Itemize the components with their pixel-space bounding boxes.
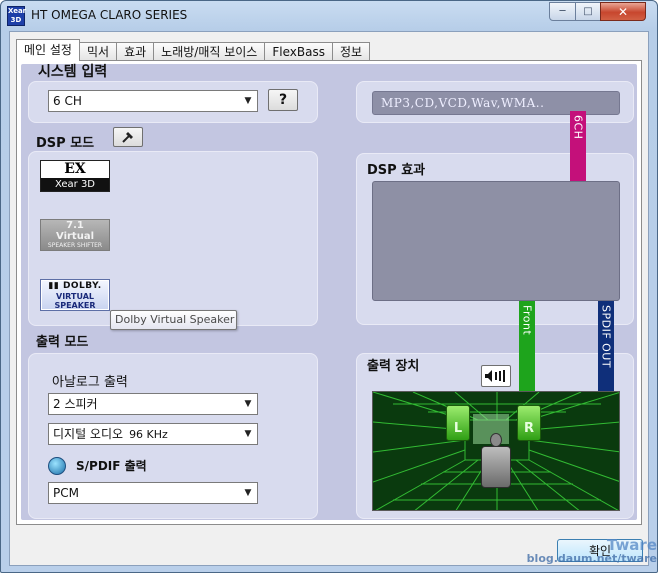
virtual71-shifter: SPEAKER SHIFTER — [47, 242, 103, 249]
right-speaker[interactable]: R — [517, 405, 541, 441]
6ch-signal-bar: 6CH — [570, 111, 586, 181]
xear-logo-text: Xear 3D — [41, 178, 109, 191]
dsp-effect-label: DSP 효과 — [367, 163, 426, 178]
channel-select[interactable]: 6 CH ▼ — [48, 90, 258, 112]
analog-output-select[interactable]: 2 스피커 ▼ — [48, 393, 258, 415]
dolby-logo: ▮▮ DOLBY. — [41, 280, 109, 292]
output-mode-label: 출력 모드 — [36, 335, 89, 350]
hammer-icon — [122, 132, 133, 143]
virtual71-mode-button[interactable]: 7.1 Virtual SPEAKER SHIFTER — [40, 219, 110, 251]
channel-select-value: 6 CH — [53, 94, 82, 108]
digital-audio-rate: 96 KHz — [129, 428, 168, 441]
xear3d-mode-button[interactable]: EX Xear 3D — [40, 160, 110, 192]
dolby-double-d-icon: ▮▮ — [48, 281, 60, 291]
listener-figure — [481, 446, 511, 488]
digital-audio-select[interactable]: 디지털 오디오 96 KHz ▼ — [48, 423, 258, 445]
spdif-icon — [48, 457, 66, 475]
close-button[interactable]: ✕ — [600, 2, 646, 21]
xear-logo-ex: EX — [64, 161, 86, 177]
listener-head — [490, 433, 502, 447]
chevron-down-icon: ▼ — [244, 488, 252, 498]
minimize-button[interactable]: ─ — [549, 2, 576, 21]
spdif-output-value: PCM — [53, 486, 79, 500]
dsp-mode-label: DSP 모드 — [36, 136, 95, 151]
digital-audio-value: 디지털 오디오 — [53, 427, 124, 441]
output-device-label: 출력 장치 — [367, 359, 420, 374]
spdif-output-select[interactable]: PCM ▼ — [48, 482, 258, 504]
front-signal-bar: Front — [519, 301, 535, 391]
spdif-out-label: SPDIF OUT — [599, 305, 613, 369]
maximize-icon: □ — [583, 6, 593, 17]
tab-info[interactable]: 정보 — [331, 42, 371, 61]
6ch-label: 6CH — [571, 115, 585, 140]
tab-strip: 메인 설정 믹서 효과 노래방/매직 보이스 FlexBass 정보 — [16, 39, 371, 61]
dsp-effect-display — [372, 181, 620, 301]
close-icon: ✕ — [617, 4, 629, 19]
minimize-icon: ─ — [559, 6, 566, 17]
dsp-tool-button[interactable] — [113, 127, 143, 147]
speaker-level-icon — [485, 370, 505, 382]
maximize-button[interactable]: □ — [575, 2, 601, 21]
chevron-down-icon: ▼ — [244, 399, 252, 409]
watermark-url: blog.daum.net/tware — [526, 552, 657, 565]
main-window: Xear 3D HT OMEGA CLARO SERIES ─ □ ✕ 메인 설… — [0, 0, 658, 573]
title-bar[interactable]: Xear 3D HT OMEGA CLARO SERIES ─ □ ✕ — [1, 1, 657, 31]
analog-output-label: 아날로그 출력 — [52, 375, 128, 390]
left-speaker[interactable]: L — [446, 405, 470, 441]
chevron-down-icon: ▼ — [244, 429, 252, 439]
spdif-out-signal-bar: SPDIF OUT — [598, 301, 614, 391]
speaker-test-button[interactable] — [481, 365, 511, 387]
spdif-output-label: S/PDIF 출력 — [76, 459, 147, 473]
speaker-room-view: L R — [372, 391, 620, 511]
dolby-speaker-text: SPEAKER — [54, 301, 96, 310]
blog-watermark: Tware blog.daum.net/tware — [521, 537, 657, 565]
system-input-label: 시스템 입력 — [38, 64, 108, 80]
window-title: HT OMEGA CLARO SERIES — [31, 8, 188, 22]
tab-mixer[interactable]: 믹서 — [78, 42, 118, 61]
dolby-tooltip: Dolby Virtual Speaker — [110, 310, 237, 330]
virtual71-virtual: Virtual — [56, 231, 94, 242]
help-button[interactable]: ? — [268, 89, 298, 111]
tab-flexbass[interactable]: FlexBass — [264, 42, 333, 61]
analog-output-value: 2 스피커 — [53, 397, 98, 411]
tab-effects[interactable]: 효과 — [116, 42, 155, 61]
dolby-virtual-speaker-button[interactable]: ▮▮ DOLBY. VIRTUAL SPEAKER — [40, 279, 110, 311]
tab-main-settings[interactable]: 메인 설정 — [16, 39, 80, 61]
watermark-brand: Tware — [606, 536, 657, 554]
xear-app-icon: Xear 3D — [7, 6, 27, 26]
tab-karaoke-magic-voice[interactable]: 노래방/매직 보이스 — [153, 42, 266, 61]
dolby-virtual-text: VIRTUAL — [56, 292, 94, 301]
chevron-down-icon: ▼ — [244, 96, 252, 106]
dolby-logo-text: DOLBY. — [62, 281, 102, 291]
front-label: Front — [520, 305, 534, 336]
